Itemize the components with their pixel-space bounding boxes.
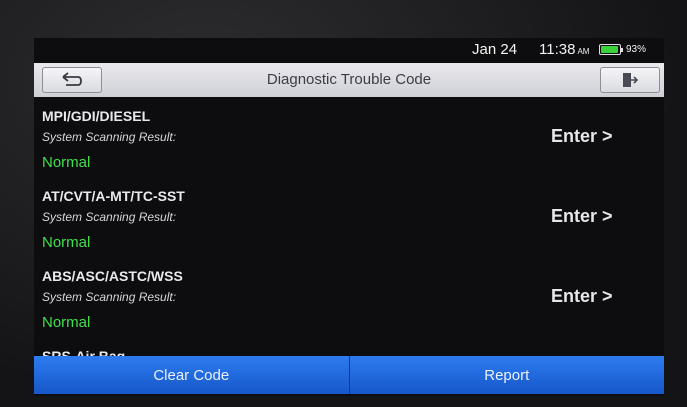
system-row: MPI/GDI/DIESEL System Scanning Result: N… <box>34 108 664 188</box>
system-name: MPI/GDI/DIESEL <box>42 108 151 124</box>
scan-result-value: Normal <box>42 154 91 171</box>
scan-result-label: System Scanning Result: <box>42 210 177 224</box>
footer-bar: Clear Code Report <box>34 356 664 394</box>
title-bar: Diagnostic Trouble Code <box>34 63 664 97</box>
exit-button[interactable] <box>600 67 660 93</box>
system-list: MPI/GDI/DIESEL System Scanning Result: N… <box>34 108 664 368</box>
battery-percent: 93% <box>626 44 647 55</box>
exit-icon <box>623 73 639 87</box>
status-time: 11:38 AM <box>539 41 589 58</box>
page-title: Diagnostic Trouble Code <box>266 71 432 88</box>
system-row: ABS/ASC/ASTC/WSS System Scanning Result:… <box>34 268 664 348</box>
system-name: AT/CVT/A-MT/TC-SST <box>42 188 185 204</box>
enter-button[interactable]: Enter > <box>551 286 613 307</box>
status-time-value: 11:38 <box>539 41 576 58</box>
device-screen: Jan 24 11:38 AM 93% Diagnostic Trouble Co… <box>34 38 664 396</box>
report-button[interactable]: Report <box>350 356 665 394</box>
status-bar: Jan 24 11:38 AM 93% <box>34 38 664 62</box>
scan-result-value: Normal <box>42 314 91 331</box>
enter-button[interactable]: Enter > <box>551 206 613 227</box>
enter-button[interactable]: Enter > <box>551 126 613 147</box>
status-ampm: AM <box>577 47 590 56</box>
status-date: Jan 24 <box>472 41 518 58</box>
system-name: ABS/ASC/ASTC/WSS <box>42 268 183 284</box>
scan-result-value: Normal <box>42 234 91 251</box>
system-row: AT/CVT/A-MT/TC-SST System Scanning Resul… <box>34 188 664 268</box>
scan-result-label: System Scanning Result: <box>42 130 177 144</box>
scan-result-label: System Scanning Result: <box>42 290 177 304</box>
clear-code-button[interactable]: Clear Code <box>34 356 349 394</box>
battery-fill <box>601 46 618 53</box>
battery-icon <box>599 44 623 55</box>
